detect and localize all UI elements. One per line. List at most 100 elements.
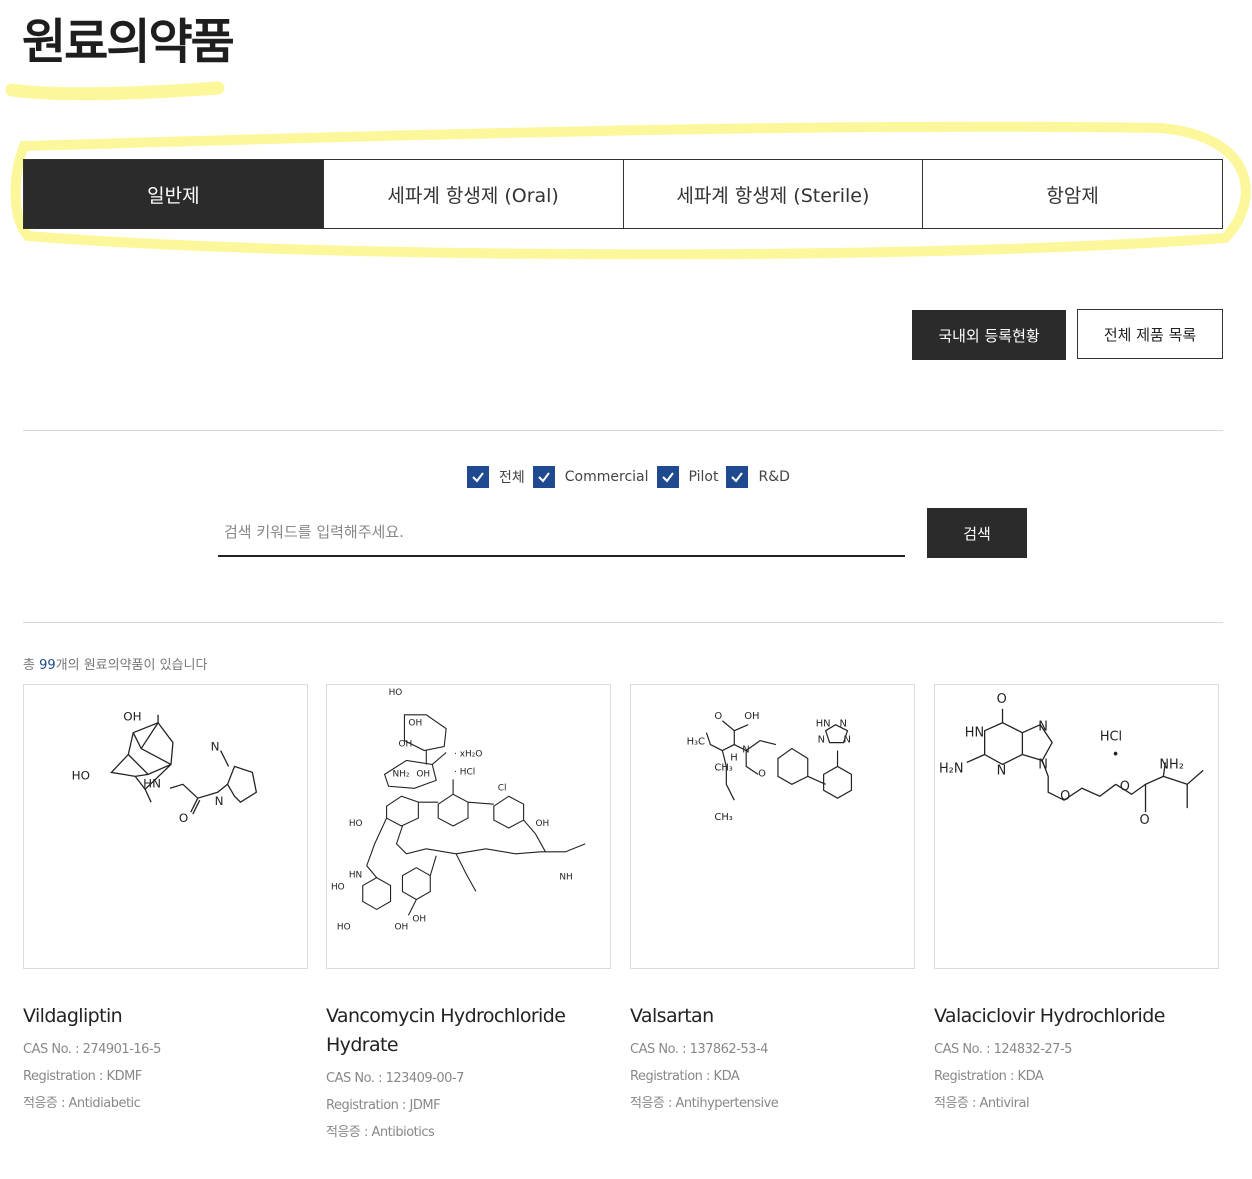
product-name: Valsartan	[630, 1005, 714, 1027]
svg-text:H₃C: H₃C	[687, 737, 705, 748]
svg-text:H₂N: H₂N	[939, 761, 964, 776]
page-title: 원료의약품	[22, 14, 235, 70]
result-count-number: 99	[39, 658, 56, 673]
filter-commercial[interactable]: Commercial	[532, 466, 649, 488]
product-card[interactable]: O HN N N N H₂N HCl • NH₂ O O O Valaciclo…	[934, 684, 1219, 1117]
product-card[interactable]: HO OH OH NH₂ OH · xH₂O · HCl Cl HO OH HN…	[326, 684, 611, 1146]
product-cas: CAS No. : 124832-27-5	[934, 1042, 1072, 1057]
product-indication: 적응증 : Antibiotics	[326, 1125, 435, 1140]
product-indication: 적응증 : Antidiabetic	[23, 1096, 141, 1111]
product-structure-image: HO OH OH NH₂ OH · xH₂O · HCl Cl HO OH HN…	[326, 684, 611, 969]
svg-text:HO: HO	[72, 768, 90, 782]
svg-text:N: N	[997, 763, 1007, 778]
svg-text:N: N	[1038, 720, 1048, 735]
svg-text:H: H	[730, 752, 737, 763]
svg-text:HO: HO	[349, 819, 363, 829]
svg-text:HO: HO	[389, 688, 403, 698]
svg-text:· HCl: · HCl	[454, 767, 475, 777]
product-meta: CAS No. : 124832-27-5 Registration : KDA…	[934, 1036, 1219, 1117]
result-count: 총 99개의 원료의약품이 있습니다	[23, 658, 208, 673]
chemical-structure-valsartan: O OH H₃C CH₃ H N O CH₃ HN N N N	[687, 711, 853, 823]
svg-text:CH₃: CH₃	[714, 762, 732, 773]
svg-text:O: O	[1060, 789, 1070, 804]
svg-text:O: O	[179, 811, 188, 825]
filter-label: Commercial	[564, 469, 649, 485]
tab-cephalosporin-oral[interactable]: 세파계 항생제 (Oral)	[322, 160, 623, 228]
filter-all[interactable]: 전체	[467, 466, 525, 488]
svg-text:HN: HN	[143, 776, 161, 790]
registration-status-button[interactable]: 국내외 등록현황	[912, 310, 1066, 360]
search-button[interactable]: 검색	[927, 508, 1027, 558]
svg-text:N: N	[1038, 757, 1048, 772]
svg-text:OH: OH	[408, 719, 422, 729]
chemical-structure-vildagliptin: OH HO HN N N O	[72, 710, 258, 825]
svg-text:HN: HN	[965, 726, 984, 741]
svg-text:N: N	[211, 740, 220, 754]
svg-text:Cl: Cl	[498, 783, 507, 793]
product-meta: CAS No. : 123409-00-7 Registration : JDM…	[326, 1065, 611, 1146]
product-card[interactable]: OH HO HN N N O Vildagliptin CAS No. : 27…	[23, 684, 308, 1117]
full-product-list-button[interactable]: 전체 제품 목록	[1077, 309, 1223, 359]
product-name: Valaciclovir Hydrochloride	[934, 1005, 1165, 1027]
product-meta: CAS No. : 137862-53-4 Registration : KDA…	[630, 1036, 915, 1117]
product-cas: CAS No. : 137862-53-4	[630, 1042, 768, 1057]
checkbox-checked-icon[interactable]	[532, 466, 555, 488]
svg-text:CH₃: CH₃	[714, 812, 732, 823]
svg-text:HO: HO	[337, 922, 351, 932]
product-registration: Registration : JDMF	[326, 1098, 441, 1113]
product-structure-image: O HN N N N H₂N HCl • NH₂ O O O	[934, 684, 1219, 969]
category-tabs: 일반제 세파계 항생제 (Oral) 세파계 항생제 (Sterile) 항암제	[23, 159, 1223, 229]
svg-text:N: N	[742, 745, 749, 756]
svg-text:OH: OH	[416, 769, 430, 779]
product-registration: Registration : KDMF	[23, 1069, 142, 1084]
tab-anticancer[interactable]: 항암제	[922, 160, 1222, 228]
chemical-structure-vancomycin: HO OH OH NH₂ OH · xH₂O · HCl Cl HO OH HN…	[331, 688, 586, 932]
svg-text:O: O	[758, 768, 766, 779]
svg-text:O: O	[1140, 813, 1150, 828]
svg-text:OH: OH	[123, 710, 141, 724]
svg-text:•: •	[1112, 747, 1120, 762]
product-name: Vancomycin Hydrochloride Hydrate	[326, 1005, 566, 1056]
product-cas: CAS No. : 123409-00-7	[326, 1071, 464, 1086]
divider	[23, 622, 1223, 623]
product-indication: 적응증 : Antiviral	[934, 1096, 1030, 1111]
svg-text:OH: OH	[536, 819, 550, 829]
checkbox-checked-icon[interactable]	[656, 466, 679, 488]
svg-text:OH: OH	[412, 914, 426, 924]
svg-text:N: N	[818, 735, 825, 746]
product-cas: CAS No. : 274901-16-5	[23, 1042, 161, 1057]
svg-text:NH₂: NH₂	[393, 769, 410, 779]
chemical-structure-valaciclovir: O HN N N N H₂N HCl • NH₂ O O O	[939, 692, 1204, 828]
divider	[23, 430, 1223, 431]
product-registration: Registration : KDA	[630, 1069, 740, 1084]
svg-text:O: O	[714, 711, 722, 722]
search-input[interactable]	[218, 509, 905, 555]
svg-text:NH: NH	[559, 873, 572, 883]
svg-text:HO: HO	[331, 883, 345, 893]
filter-label: R&D	[758, 469, 790, 485]
svg-text:OH: OH	[398, 740, 412, 750]
svg-text:HN: HN	[816, 719, 831, 730]
product-card[interactable]: O OH H₃C CH₃ H N O CH₃ HN N N N Valsarta…	[630, 684, 915, 1117]
filter-rnd[interactable]: R&D	[726, 466, 790, 488]
tab-cephalosporin-sterile[interactable]: 세파계 항생제 (Sterile)	[622, 160, 923, 228]
filter-checkboxes: 전체 Commercial Pilot R&D	[467, 466, 798, 488]
product-name: Vildagliptin	[23, 1005, 123, 1027]
product-meta: CAS No. : 274901-16-5 Registration : KDM…	[23, 1036, 308, 1117]
svg-text:HN: HN	[349, 871, 362, 881]
svg-text:N: N	[843, 735, 850, 746]
svg-text:O: O	[997, 692, 1007, 707]
svg-text:NH₂: NH₂	[1159, 757, 1184, 772]
checkbox-checked-icon[interactable]	[467, 466, 489, 488]
checkbox-checked-icon[interactable]	[726, 466, 749, 488]
search-field-wrapper	[218, 509, 905, 557]
svg-text:· xH₂O: · xH₂O	[454, 749, 482, 759]
product-registration: Registration : KDA	[934, 1069, 1044, 1084]
svg-text:HCl: HCl	[1100, 730, 1122, 745]
filter-pilot[interactable]: Pilot	[656, 466, 719, 488]
product-indication: 적응증 : Antihypertensive	[630, 1096, 779, 1111]
svg-text:N: N	[840, 719, 847, 730]
filter-label: Pilot	[688, 469, 719, 485]
svg-text:N: N	[215, 794, 224, 808]
tab-general[interactable]: 일반제	[24, 160, 323, 228]
